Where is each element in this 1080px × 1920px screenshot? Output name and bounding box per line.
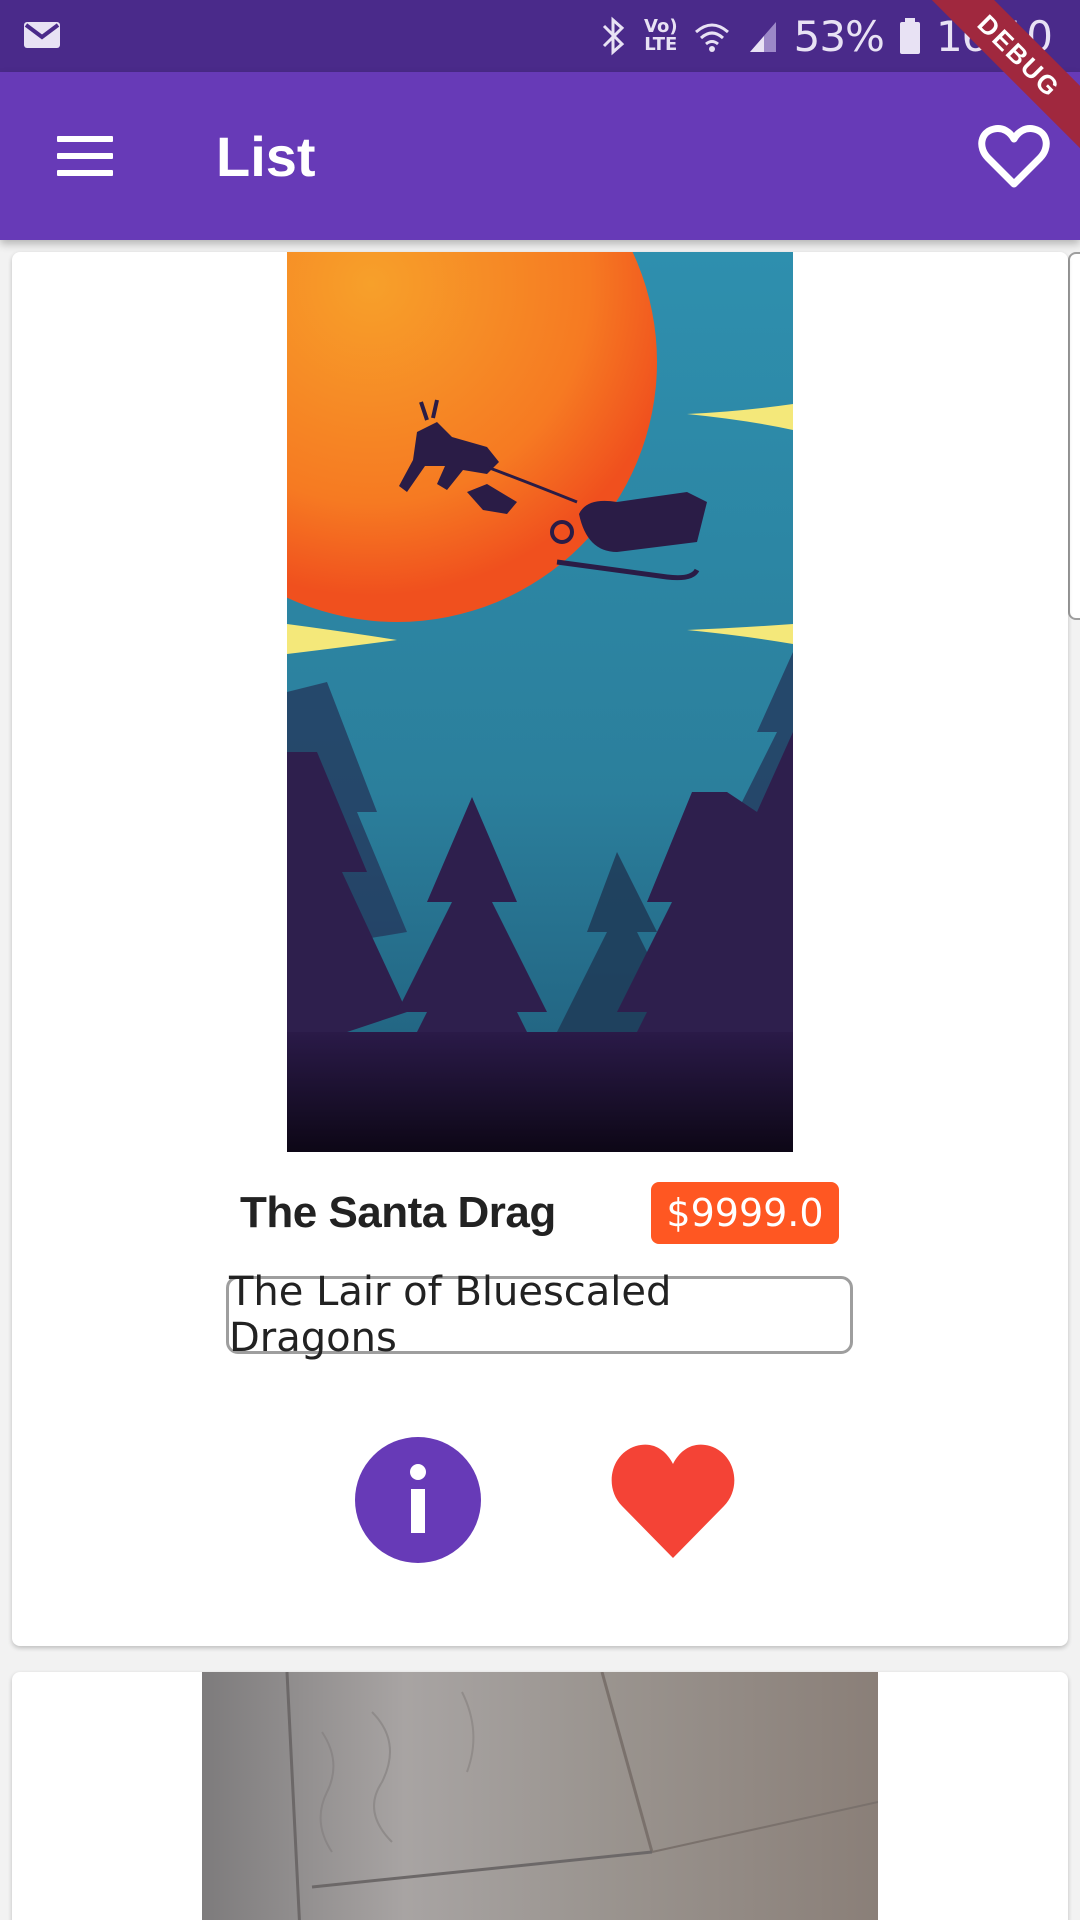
battery-percent: 53%	[793, 11, 885, 61]
mail-icon	[24, 22, 60, 48]
item-card[interactable]	[12, 1672, 1068, 1920]
favorites-heart-outline-icon[interactable]	[974, 116, 1054, 196]
battery-icon	[899, 18, 920, 54]
signal-icon	[749, 22, 776, 52]
location-label: The Lair of Bluescaled Dragons	[226, 1269, 853, 1361]
scroll-edge-card	[1068, 252, 1080, 620]
info-button[interactable]	[355, 1437, 481, 1563]
menu-button[interactable]	[40, 118, 130, 194]
item-card[interactable]: The Santa Drag $9999.0 The Lair of Blues…	[12, 252, 1068, 1646]
page-title: List	[216, 125, 316, 188]
app-bar: List	[0, 72, 1080, 240]
lte-indicator: Vo) LTE	[644, 16, 678, 55]
wifi-icon	[694, 23, 729, 52]
info-icon	[410, 1464, 426, 1533]
hamburger-icon	[57, 136, 113, 176]
bluetooth-icon	[602, 16, 625, 56]
wood-floor-photo	[202, 1672, 878, 1920]
status-bar: Vo) LTE 53% 16:10	[0, 0, 1080, 72]
favorite-heart-icon[interactable]	[608, 1438, 738, 1562]
price-badge: $9999.0	[651, 1182, 839, 1244]
item-title: The Santa Drag	[240, 1188, 556, 1237]
santa-sleigh-artwork	[287, 252, 793, 1152]
status-icons: Vo) LTE 53% 16:10	[596, 0, 1053, 72]
clock: 16:10	[935, 11, 1053, 61]
screen: Vo) LTE 53% 16:10 List DEBUG The Santa D…	[0, 0, 1080, 1920]
